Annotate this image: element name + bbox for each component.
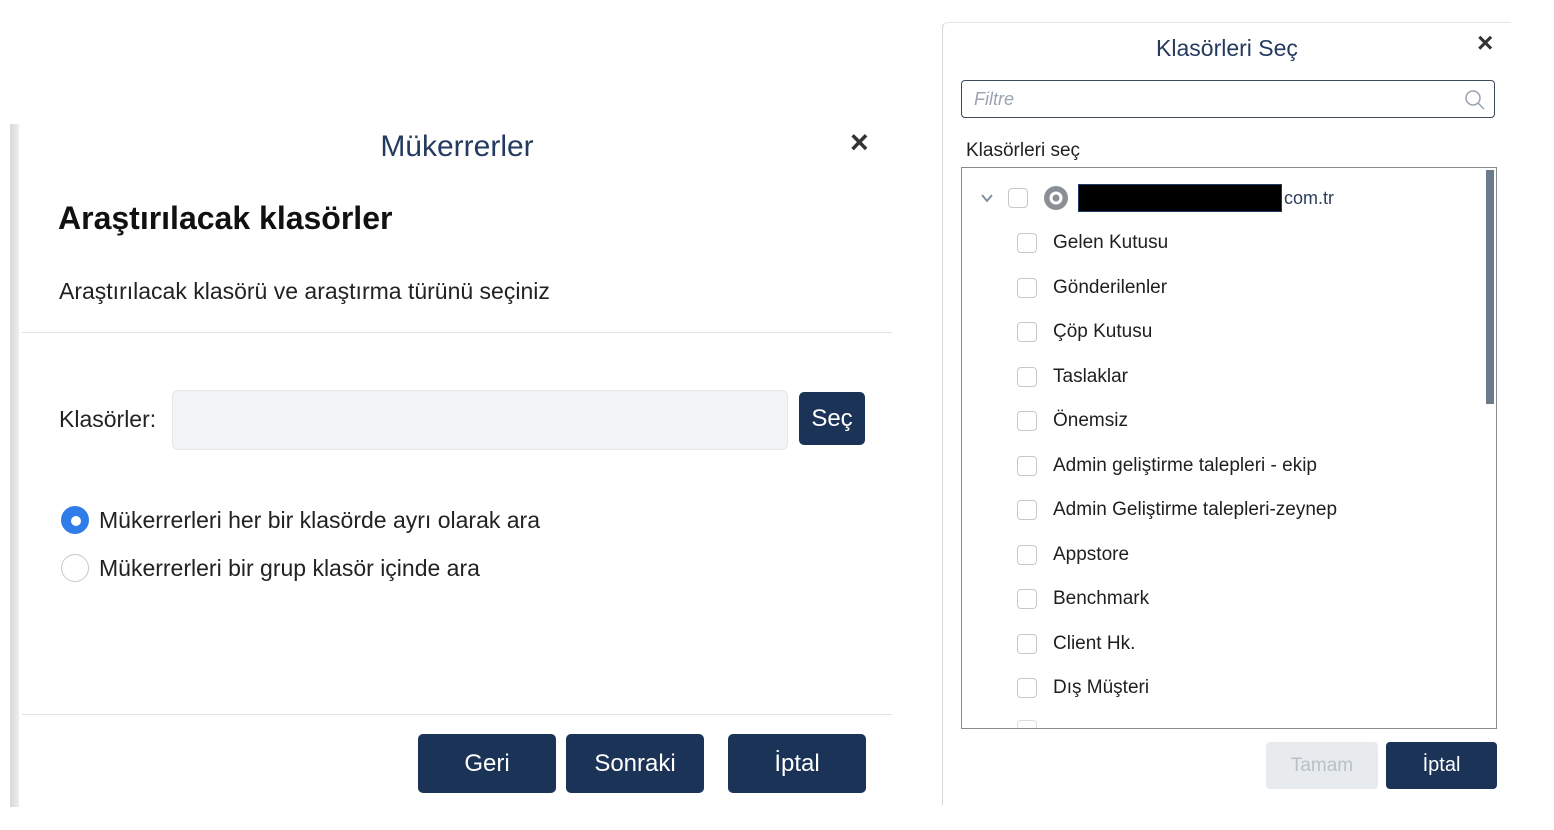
- dialog-left-edge: [10, 124, 19, 807]
- section-description: Araştırılacak klasörü ve araştırma türün…: [59, 278, 550, 304]
- close-icon[interactable]: ×: [1477, 29, 1493, 57]
- folders-label: Klasörler:: [59, 406, 157, 432]
- folders-field[interactable]: [172, 390, 788, 450]
- tree-root-account: com.tr: [980, 184, 1334, 212]
- cancel-button[interactable]: İptal: [1386, 742, 1497, 789]
- folder-checkbox[interactable]: [1017, 278, 1037, 298]
- section-heading: Araştırılacak klasörler: [58, 200, 393, 236]
- back-button[interactable]: Geri: [418, 734, 556, 793]
- folder-checkbox[interactable]: [1017, 322, 1037, 342]
- filter-placeholder: Filtre: [974, 89, 1014, 109]
- radio-button[interactable]: [61, 554, 89, 582]
- folder-label: Benchmark: [1053, 588, 1150, 609]
- folder-item[interactable]: Appstore: [1017, 544, 1129, 566]
- divider-top: [22, 332, 892, 333]
- folder-checkbox[interactable]: [1017, 500, 1037, 520]
- folder-item[interactable]: Taslaklar: [1017, 366, 1128, 388]
- folder-label: Admin Geliştirme talepleri-zeynep: [1053, 499, 1338, 520]
- select-folders-label: Klasörleri seç: [966, 140, 1081, 161]
- scrollbar-thumb[interactable]: [1486, 170, 1494, 404]
- radio-label: Mükerrerleri bir grup klasör içinde ara: [99, 554, 480, 581]
- select-folders-dialog: Klasörleri Seç × Filtre Klasörleri seç c…: [942, 22, 1511, 805]
- folder-label: Client Hk.: [1053, 633, 1136, 654]
- folder-item[interactable]: Dış Müşteri: [1017, 677, 1149, 699]
- dialog-title: Mükerrerler: [380, 130, 534, 163]
- chevron-down-icon[interactable]: [980, 191, 994, 205]
- folder-label: Önemsiz: [1053, 410, 1128, 431]
- folder-checkbox[interactable]: [1017, 589, 1037, 609]
- folder-tree: com.tr Gelen Kutusu Gönderilenler Çöp Ku…: [961, 167, 1497, 729]
- folder-item[interactable]: Admin geliştirme talepleri - ekip: [1017, 455, 1317, 477]
- folder-checkbox[interactable]: [1017, 367, 1037, 387]
- folder-label: Gönderilenler: [1053, 277, 1168, 298]
- divider-bottom: [22, 714, 892, 715]
- folder-label: Çöp Kutusu: [1053, 321, 1153, 342]
- folder-label: Taslaklar: [1053, 366, 1128, 387]
- cancel-button[interactable]: İptal: [728, 734, 866, 793]
- folder-checkbox[interactable]: [1017, 233, 1037, 253]
- folder-checkbox[interactable]: [1017, 634, 1037, 654]
- account-domain: com.tr: [1284, 187, 1335, 208]
- duplicates-dialog: Mükerrerler × Araştırılacak klasörler Ar…: [10, 124, 892, 807]
- dialog-title: Klasörleri Seç: [1156, 35, 1298, 61]
- folder-checkbox[interactable]: [1017, 411, 1037, 431]
- folder-item[interactable]: Önemsiz: [1017, 410, 1128, 432]
- close-icon[interactable]: ×: [850, 126, 869, 158]
- radio-search-each-folder[interactable]: Mükerrerleri her bir klasörde ayrı olara…: [61, 506, 540, 534]
- account-checkbox[interactable]: [1008, 188, 1028, 208]
- folder-label: Admin geliştirme talepleri - ekip: [1053, 455, 1317, 476]
- radio-button-checked[interactable]: [61, 506, 89, 534]
- folder-checkbox[interactable]: [1017, 678, 1037, 698]
- folder-item-partial[interactable]: [1017, 720, 1053, 728]
- radio-search-group[interactable]: Mükerrerleri bir grup klasör içinde ara: [61, 554, 480, 582]
- folder-item[interactable]: Gelen Kutusu: [1017, 232, 1168, 254]
- folder-item[interactable]: Çöp Kutusu: [1017, 321, 1152, 343]
- ok-button-disabled[interactable]: Tamam: [1266, 742, 1378, 789]
- folder-item[interactable]: Client Hk.: [1017, 633, 1135, 655]
- folder-checkbox[interactable]: [1017, 720, 1037, 728]
- account-icon: [1044, 186, 1068, 210]
- folder-label: Appstore: [1053, 544, 1130, 565]
- folder-checkbox[interactable]: [1017, 456, 1037, 476]
- redacted-account-name: [1078, 184, 1282, 212]
- radio-label: Mükerrerleri her bir klasörde ayrı olara…: [99, 506, 540, 533]
- folder-checkbox[interactable]: [1017, 545, 1037, 565]
- folder-label: Dış Müşteri: [1053, 677, 1150, 698]
- folder-item[interactable]: Benchmark: [1017, 588, 1149, 610]
- next-button[interactable]: Sonraki: [566, 734, 704, 793]
- select-folders-button[interactable]: Seç: [799, 392, 865, 445]
- folder-label: Gelen Kutusu: [1053, 232, 1169, 253]
- filter-input[interactable]: Filtre: [961, 80, 1495, 118]
- folder-item[interactable]: Gönderilenler: [1017, 277, 1167, 299]
- folder-item[interactable]: Admin Geliştirme talepleri-zeynep: [1017, 499, 1337, 521]
- search-icon: [1465, 90, 1485, 110]
